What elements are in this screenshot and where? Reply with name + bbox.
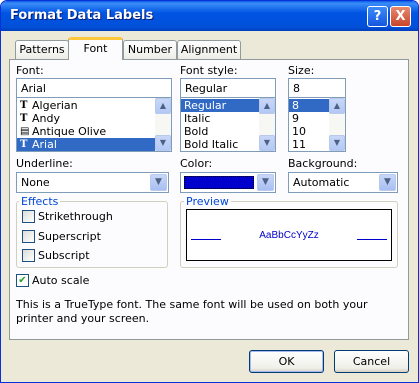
superscript-label[interactable]: Superscript [38,230,101,243]
title-bar[interactable]: Format Data Labels ? X [1,1,418,31]
color-label: Color: [180,157,213,170]
scroll-down-icon[interactable]: ▼ [259,135,275,151]
font-list-item[interactable]: T Arial [17,138,171,151]
auto-scale-checkbox[interactable]: ✔ [16,274,29,287]
font-list-scrollbar[interactable]: ▲ ▼ [155,98,171,151]
superscript-checkbox[interactable] [22,230,35,243]
truetype-icon: T [20,100,28,111]
preview-sample-text: AaBbCcYyZz [259,230,319,241]
ok-button[interactable]: OK [249,350,324,373]
underline-value: None [21,176,50,189]
scroll-up-icon[interactable]: ▲ [259,98,275,114]
size-scrollbar[interactable]: ▲ ▼ [329,98,345,151]
effects-title: Effects [19,195,61,208]
checkmark-icon: ✔ [18,275,27,286]
tab-font[interactable]: Font [68,37,123,60]
font-style-label: Font style: [180,64,238,77]
font-list-item[interactable]: T Andy [17,112,171,125]
chevron-down-icon[interactable]: ▼ [379,174,396,191]
auto-scale-label[interactable]: Auto scale [32,274,89,287]
size-label: Size: [288,64,315,77]
tab-alignment[interactable]: Alignment [177,40,241,60]
format-data-labels-dialog: Format Data Labels ? X Patterns Font Num… [0,0,419,383]
chevron-down-icon[interactable]: ▼ [257,174,274,191]
font-info-text: This is a TrueType font. The same font w… [16,298,368,325]
font-style-scrollbar[interactable]: ▲ ▼ [259,98,275,151]
background-label: Background: [288,157,358,170]
scroll-up-icon[interactable]: ▲ [155,98,171,114]
color-swatch [184,176,254,189]
chevron-down-icon[interactable]: ▼ [150,174,167,191]
background-value: Automatic [293,176,350,189]
underline-label: Underline: [16,157,73,170]
strikethrough-checkbox[interactable] [22,210,35,223]
subscript-checkbox[interactable] [22,249,35,262]
color-select[interactable]: ▼ [180,172,276,193]
scroll-down-icon[interactable]: ▼ [329,135,345,151]
font-list[interactable]: T Algerian T Andy ▤ Antique Olive T Arial ▲ … [16,97,172,152]
preview-box: AaBbCcYyZz [186,209,392,261]
size-list[interactable]: 8 9 10 11 ▲ ▼ [288,97,346,152]
size-input[interactable]: 8 [288,78,346,99]
scroll-down-icon[interactable]: ▼ [155,135,171,151]
size-item[interactable]: 8 [289,99,329,112]
subscript-label[interactable]: Subscript [38,249,90,262]
font-label: Font: [16,64,44,77]
font-style-input[interactable]: Regular [180,78,276,99]
preview-title: Preview [184,195,231,208]
background-select[interactable]: Automatic ▼ [288,172,398,193]
tab-patterns[interactable]: Patterns [15,40,69,60]
scroll-up-icon[interactable]: ▲ [329,98,345,114]
close-button[interactable]: X [390,6,411,27]
truetype-icon: T [20,139,28,150]
window-title: Format Data Labels [10,8,154,23]
printer-font-icon: ▤ [20,126,30,137]
font-list-item[interactable]: T Algerian [17,99,171,112]
underline-select[interactable]: None ▼ [16,172,169,193]
font-style-list[interactable]: Regular Italic Bold Bold Italic ▲ ▼ [180,97,276,152]
font-input[interactable]: Arial [16,78,172,99]
cancel-button[interactable]: Cancel [334,350,409,373]
help-button[interactable]: ? [367,6,388,27]
strikethrough-label[interactable]: Strikethrough [38,210,113,223]
truetype-icon: T [20,113,28,124]
tab-number[interactable]: Number [123,40,177,60]
font-list-item[interactable]: ▤ Antique Olive [17,125,171,138]
